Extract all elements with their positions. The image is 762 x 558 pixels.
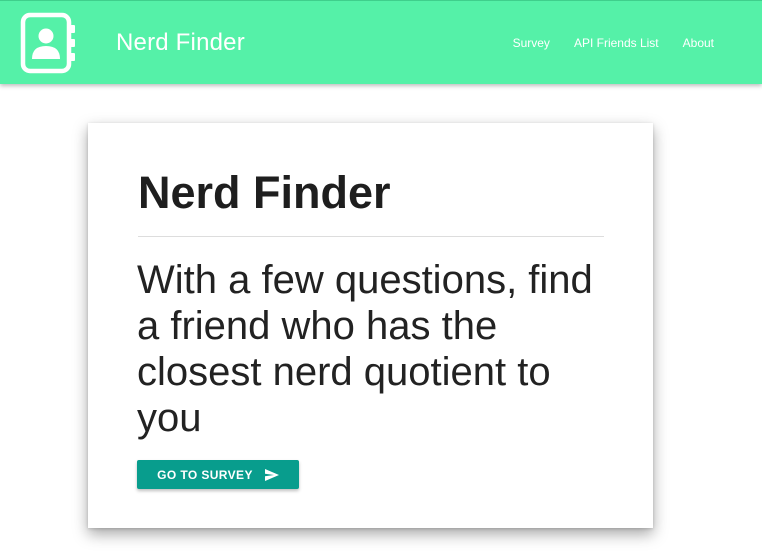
brand-title[interactable]: Nerd Finder: [116, 29, 245, 57]
send-icon: [264, 468, 279, 481]
divider: [138, 236, 604, 237]
go-to-survey-label: GO TO SURVEY: [157, 467, 253, 482]
nav-link-api-friends-list[interactable]: API Friends List: [574, 36, 659, 50]
contact-book-icon[interactable]: [18, 12, 78, 74]
nav-links: Survey API Friends List About: [513, 36, 714, 50]
nav-link-survey[interactable]: Survey: [513, 36, 550, 50]
page-title: Nerd Finder: [138, 167, 391, 218]
go-to-survey-button[interactable]: GO TO SURVEY: [137, 460, 299, 489]
nav-link-about[interactable]: About: [683, 36, 714, 50]
hero-card: Nerd Finder With a few questions, find a…: [88, 123, 653, 528]
navbar: Nerd Finder Survey API Friends List Abou…: [0, 0, 762, 84]
hero-lead-text: With a few questions, find a friend who …: [137, 258, 593, 440]
